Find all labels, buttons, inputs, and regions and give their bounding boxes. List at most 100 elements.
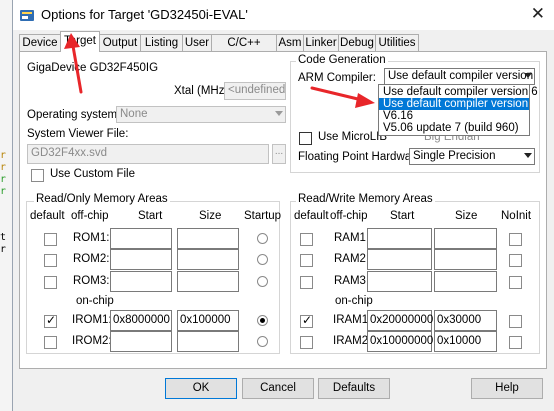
ram1-noinit-checkbox[interactable]: [509, 233, 522, 246]
ro-header-startup: Startup: [244, 210, 282, 222]
irom2-startup-radio[interactable]: [257, 336, 268, 347]
irom1-start-input[interactable]: 0x8000000: [110, 310, 172, 331]
fp-hardware-select[interactable]: Single Precision: [409, 148, 535, 165]
compiler-option[interactable]: V6.16: [379, 110, 529, 122]
ro-onchip-label: on-chip: [76, 295, 114, 307]
tab-cc[interactable]: C/C++ (AC6): [211, 34, 277, 65]
ro-header-size: Size: [199, 210, 222, 222]
code-fragment: r: [0, 174, 7, 185]
tab-output[interactable]: Output: [99, 34, 141, 51]
tab-asm[interactable]: Asm: [276, 34, 304, 51]
dialog-title: Options for Target 'GD32450i-EVAL': [41, 7, 248, 22]
code-fragment: r: [0, 162, 7, 173]
tab-device[interactable]: Device: [19, 34, 61, 51]
rom2-startup-radio[interactable]: [257, 254, 268, 265]
irom2-size-input[interactable]: [177, 331, 239, 352]
ram2-start-input[interactable]: [367, 249, 432, 270]
ram2-size-input[interactable]: [434, 249, 497, 270]
irom2-start-input[interactable]: [110, 331, 172, 352]
iram1-default-checkbox[interactable]: ✓: [300, 313, 313, 328]
rom1-startup-radio[interactable]: [257, 233, 268, 244]
svd-label: System Viewer File:: [27, 128, 129, 140]
tab-utilities[interactable]: Utilities: [375, 34, 419, 51]
device-name: GigaDevice GD32F450IG: [27, 62, 159, 74]
tab-user[interactable]: User: [182, 34, 212, 51]
ram3-default-checkbox[interactable]: [300, 276, 313, 289]
chevron-down-icon: [524, 73, 532, 78]
iram2-label: IRAM2:: [333, 335, 372, 347]
keil-app-icon: [19, 7, 35, 23]
ram2-noinit-checkbox[interactable]: [509, 254, 522, 267]
rom3-default-checkbox[interactable]: [44, 276, 57, 289]
irom1-size-input[interactable]: 0x100000: [177, 310, 239, 331]
iram2-noinit-checkbox[interactable]: [509, 336, 522, 349]
ram1-default-checkbox[interactable]: [300, 233, 313, 246]
rom3-startup-radio[interactable]: [257, 276, 268, 287]
xtal-input[interactable]: <undefined>: [224, 82, 286, 100]
compiler-option[interactable]: V5.06 update 7 (build 960): [379, 122, 529, 134]
ram1-start-input[interactable]: [367, 228, 432, 249]
irom1-startup-radio[interactable]: [257, 315, 268, 326]
ram3-noinit-checkbox[interactable]: [509, 276, 522, 289]
radio-dot-icon: [260, 318, 265, 323]
tab-target[interactable]: Target: [60, 31, 100, 52]
svd-file-input[interactable]: GD32F4xx.svd: [27, 144, 269, 164]
ram2-default-checkbox[interactable]: [300, 254, 313, 267]
ro-header-offchip: off-chip: [71, 210, 109, 222]
rom2-start-input[interactable]: [110, 249, 172, 270]
ram3-start-input[interactable]: [367, 271, 432, 292]
rom2-size-input[interactable]: [177, 249, 239, 270]
iram2-size-input[interactable]: 0x10000: [434, 331, 497, 352]
iram1-noinit-checkbox[interactable]: [509, 315, 522, 328]
tab-debug[interactable]: Debug: [338, 34, 376, 51]
close-icon[interactable]: ✕: [531, 4, 545, 24]
fp-hardware-value: Single Precision: [413, 150, 496, 162]
code-fragment: r: [0, 186, 7, 197]
iram1-size-input[interactable]: 0x30000: [434, 310, 497, 331]
rw-header-offchip: off-chip: [330, 210, 368, 222]
arm-compiler-select[interactable]: Use default compiler version 6: [384, 68, 535, 85]
irom1-default-checkbox[interactable]: ✓: [44, 313, 57, 328]
ram1-size-input[interactable]: [434, 228, 497, 249]
arm-compiler-label: ARM Compiler:: [298, 72, 376, 84]
cancel-button[interactable]: Cancel: [242, 378, 314, 399]
use-microlib-checkbox[interactable]: [299, 132, 312, 145]
tab-linker[interactable]: Linker: [303, 34, 339, 51]
code-fragment: r: [0, 150, 7, 161]
rom3-start-input[interactable]: [110, 271, 172, 292]
rw-header-default: default: [294, 210, 329, 222]
rom2-default-checkbox[interactable]: [44, 254, 57, 267]
readonly-memory-title: Read/Only Memory Areas: [34, 193, 170, 205]
os-select-value: None: [120, 108, 148, 120]
chevron-down-icon: [275, 111, 283, 116]
iram2-default-checkbox[interactable]: [300, 336, 313, 349]
rom1-size-input[interactable]: [177, 228, 239, 249]
arm-compiler-dropdown-list: Use default compiler version 6 Use defau…: [378, 84, 538, 136]
rom1-start-input[interactable]: [110, 228, 172, 249]
ram3-size-input[interactable]: [434, 271, 497, 292]
irom2-label: IROM2:: [72, 335, 112, 347]
rom1-label: ROM1:: [73, 232, 110, 244]
checkmark-icon: ✓: [302, 313, 313, 327]
use-custom-file-checkbox[interactable]: [31, 169, 44, 182]
svd-browse-button[interactable]: ...: [272, 144, 286, 164]
rom3-size-input[interactable]: [177, 271, 239, 292]
rom1-default-checkbox[interactable]: [44, 233, 57, 246]
code-fragment: t: [0, 232, 7, 243]
irom1-label: IROM1:: [72, 314, 112, 326]
compiler-option[interactable]: Use default compiler version 6: [379, 86, 538, 98]
compiler-option-selected[interactable]: Use default compiler version 5: [379, 98, 538, 110]
iram2-start-input[interactable]: 0x10000000: [367, 331, 433, 352]
xtal-label: Xtal (MHz):: [174, 85, 232, 97]
tab-listing[interactable]: Listing: [140, 34, 183, 51]
defaults-button[interactable]: Defaults: [318, 378, 390, 399]
rom2-label: ROM2:: [73, 253, 110, 265]
help-button[interactable]: Help: [471, 378, 543, 399]
ok-button[interactable]: OK: [165, 378, 237, 399]
irom2-default-checkbox[interactable]: [44, 336, 57, 349]
iram1-start-input[interactable]: 0x20000000: [367, 310, 433, 331]
rw-header-noinit: NoInit: [501, 210, 532, 222]
os-label: Operating system:: [27, 109, 121, 121]
os-select[interactable]: None: [116, 106, 286, 123]
ram3-label: RAM3:: [334, 275, 370, 287]
